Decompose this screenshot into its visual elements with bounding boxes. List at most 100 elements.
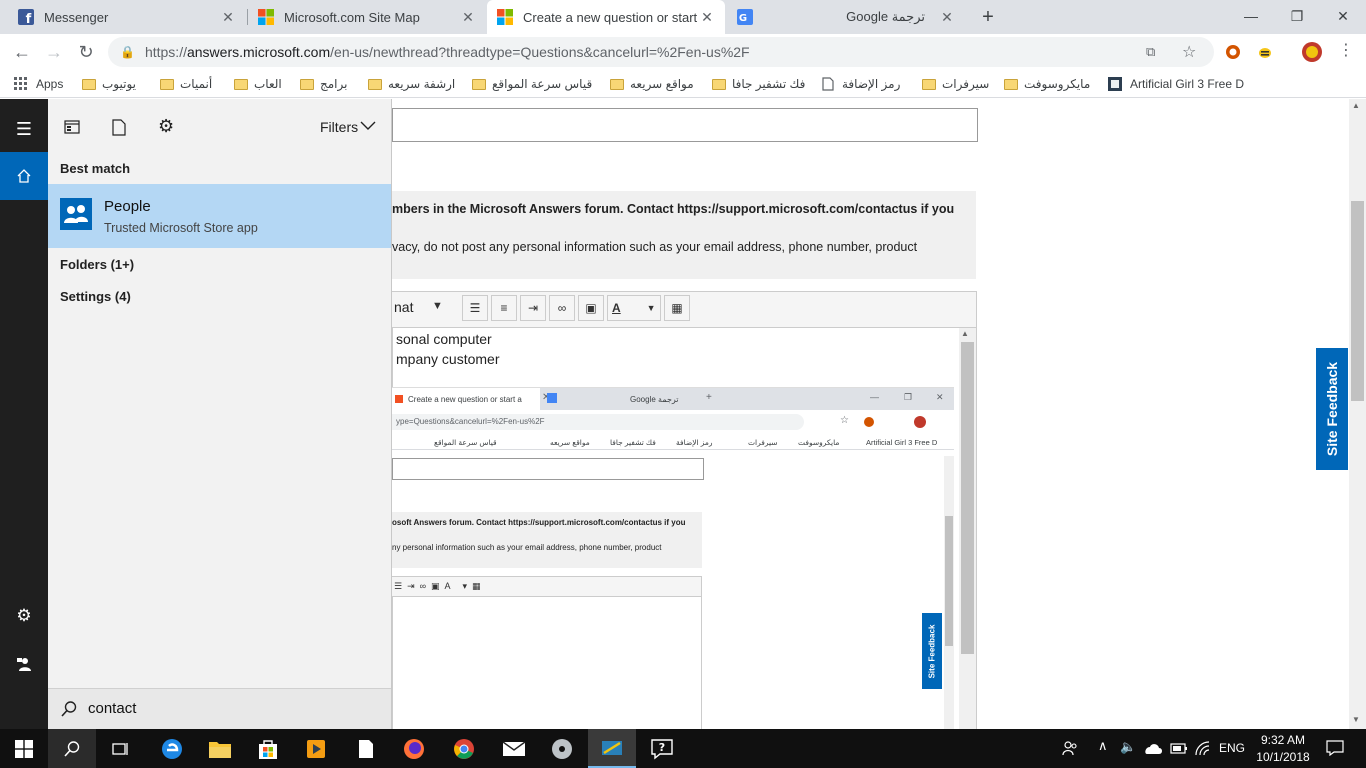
close-tab-icon[interactable]: ✕ [220,9,236,26]
clock-time[interactable]: 9:32 AM [1258,733,1308,747]
bookmark-apps[interactable]: Apps [14,75,63,93]
chrome-app[interactable] [440,729,488,768]
bookmark-label: أنميات [180,77,213,91]
chevron-down-icon[interactable]: ▼ [432,300,443,312]
scroll-up-icon[interactable]: ▲ [961,329,969,338]
bookmark-folder[interactable]: العاب [234,75,282,93]
folder-icon [82,78,96,90]
profile-avatar-icon[interactable] [1302,42,1322,62]
address-bar[interactable]: 🔒 https://answers.microsoft.com/en-us/ne… [108,37,1214,67]
page-scrollbar-thumb[interactable] [1351,201,1364,401]
page-scrollbar[interactable] [1349,99,1366,729]
mail-app[interactable] [490,729,538,768]
bookmark-folder[interactable]: أنميات [160,75,212,93]
maximize-button[interactable]: ❐ [1274,0,1320,32]
settings-category[interactable]: Settings (4) [60,289,131,304]
folder-icon [610,78,624,90]
close-tab-icon[interactable]: ✕ [699,9,715,26]
bookmark-folder[interactable]: برامج [300,75,347,93]
clock-date[interactable]: 10/1/2018 [1256,750,1310,764]
firefox-app[interactable] [390,729,438,768]
search-input[interactable]: contact [88,700,136,717]
text-color-button[interactable]: A ▼ [607,295,661,321]
tab-messenger[interactable]: f Messenger ✕ [8,0,246,34]
bookmark-site[interactable]: Artificial Girl 3 Free D [1108,75,1244,93]
title-input[interactable] [392,108,978,142]
battery-icon[interactable] [1170,741,1188,755]
scroll-down-icon[interactable]: ▼ [1352,715,1360,724]
close-tab-icon[interactable]: ✕ [460,9,476,26]
bookmark-page[interactable]: رمز الإضافة [822,75,900,93]
cd-burner-app[interactable] [538,729,586,768]
bookmark-folder[interactable]: يوتيوب [82,75,136,93]
minimize-button[interactable]: — [1228,0,1274,32]
image-icon[interactable]: ▣ [578,295,604,321]
documents-filter-icon[interactable] [112,119,126,136]
close-tab-icon[interactable]: ✕ [939,9,955,26]
scroll-up-icon[interactable]: ▲ [1352,101,1360,110]
new-tab-button[interactable]: + [977,6,999,28]
reload-icon[interactable]: ↻ [72,38,100,66]
web-filter-gear-icon[interactable]: ⚙ [158,116,174,137]
translate-page-icon[interactable]: ⧉ [1146,44,1155,60]
filters-button[interactable]: Filters [320,119,358,135]
table-icon[interactable]: ▦ [664,295,690,321]
bookmark-folder[interactable]: ارشفة سريعه [368,75,455,93]
wifi-icon[interactable] [1194,740,1212,756]
numbered-list-icon[interactable]: ≡ [491,295,517,321]
tab-new-question[interactable]: Create a new question or start a ✕ [487,0,725,34]
volume-icon[interactable]: 🔈 [1120,739,1136,755]
link-icon[interactable]: ∞ [549,295,575,321]
file-explorer-app[interactable] [196,729,244,768]
editor-scrollbar-thumb[interactable] [961,342,974,654]
folders-category[interactable]: Folders (1+) [60,257,134,272]
close-window-button[interactable]: ✕ [1320,0,1366,32]
search-box[interactable]: contact [48,688,391,729]
bee-extension-icon[interactable] [1256,43,1274,61]
tab-title: Google ترجمة [846,9,925,24]
people-tray-icon[interactable] [1062,740,1078,756]
site-feedback-button[interactable]: Site Feedback [1316,348,1348,470]
bookmark-star-icon[interactable]: ☆ [1182,42,1196,62]
edge-app[interactable] [148,729,196,768]
notifications-icon[interactable] [1326,740,1344,756]
settings-gear-icon[interactable]: ⚙ [0,592,48,640]
search-icon [64,740,80,757]
home-icon[interactable] [0,152,48,200]
tab-sitemap[interactable]: Microsoft.com Site Map ✕ [248,0,486,34]
best-match-heading: Best match [60,161,131,176]
media-player-app[interactable] [292,729,340,768]
minimize-icon: — [870,392,879,402]
back-arrow-icon[interactable]: ← [8,38,36,66]
apps-filter-icon[interactable] [64,120,80,134]
get-help-app[interactable]: ? [638,729,686,768]
windows-start-button[interactable] [0,729,48,768]
store-app[interactable] [244,729,292,768]
svg-text:?: ? [659,741,665,754]
menu-kebab-icon[interactable]: ⋮ [1336,40,1356,64]
language-indicator[interactable]: ENG [1219,741,1245,755]
extension-icon[interactable] [1224,43,1242,61]
bookmark-folder[interactable]: فك تشفير جافا [712,75,805,93]
bookmark-folder[interactable]: قياس سرعة المواقع [472,75,592,93]
bullet-list-icon[interactable]: ☰ [462,295,488,321]
maximize-icon: ❐ [904,392,913,402]
format-dropdown[interactable]: nat [394,299,413,315]
chevron-down-icon[interactable] [360,121,376,131]
snipping-app[interactable] [588,729,636,768]
hamburger-menu-icon[interactable]: ☰ [0,105,48,153]
forward-arrow-icon[interactable]: → [40,38,68,66]
embedded-editor-toolbar: ☰⇥∞▣A ▾▦ [392,577,701,597]
search-taskbar-button[interactable] [48,729,96,768]
bookmark-folder[interactable]: سيرفرات [922,75,989,93]
onedrive-cloud-icon[interactable] [1143,741,1163,755]
notepad-app[interactable] [342,729,390,768]
user-feedback-icon[interactable] [0,640,48,688]
bookmark-folder[interactable]: مايكروسوفت [1004,75,1090,93]
chevron-up-icon[interactable]: ∧ [1098,738,1108,754]
task-view-button[interactable] [96,729,144,768]
bookmark-folder[interactable]: مواقع سريعه [610,75,694,93]
indent-icon[interactable]: ⇥ [520,295,546,321]
best-match-item-people[interactable]: People Trusted Microsoft Store app [48,184,391,248]
tab-google-translate[interactable]: G Google ترجمة ✕ [727,0,965,34]
